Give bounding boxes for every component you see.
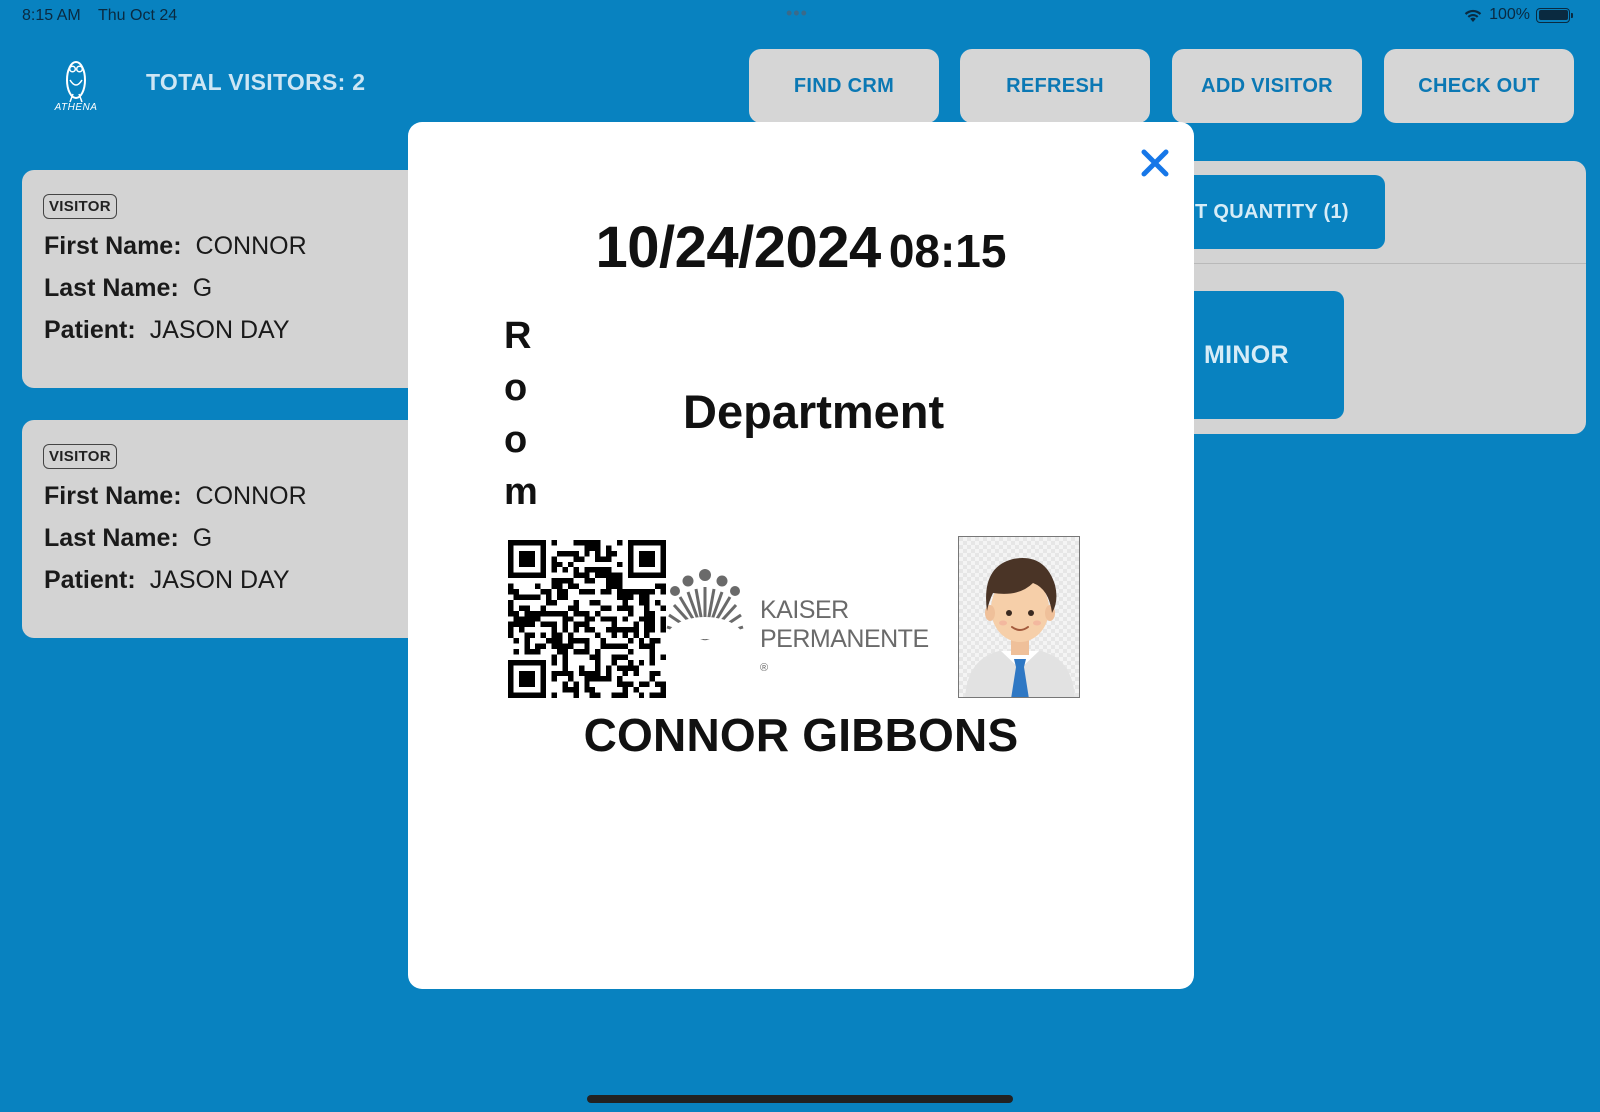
badge-visitor-name: CONNOR GIBBONS xyxy=(583,709,1019,761)
last-name-label: Last Name: xyxy=(44,524,179,552)
battery-percent: 100% xyxy=(1489,6,1530,23)
avatar-icon xyxy=(959,537,1079,697)
find-crm-button[interactable]: FIND CRM xyxy=(749,49,939,123)
check-out-button[interactable]: CHECK OUT xyxy=(1384,49,1574,123)
visitor-photo xyxy=(958,536,1080,698)
patient-value: JASON DAY xyxy=(149,566,290,594)
organization-name: KAISER PERMANENTE ® xyxy=(760,596,929,683)
badge-date: 10/24/2024 xyxy=(595,215,882,280)
owl-icon xyxy=(66,61,86,103)
badge-preview-modal: 10/24/2024 08:15 Room Department KAISER … xyxy=(408,122,1194,989)
patient-label: Patient: xyxy=(44,316,136,344)
wifi-icon xyxy=(1464,9,1482,22)
total-visitors: TOTAL VISITORS: 2 xyxy=(146,69,366,95)
first-name-field: First Name: CONNOR xyxy=(44,232,307,261)
status-indicators: 100% xyxy=(1463,6,1573,24)
status-bar: 8:15 AM Thu Oct 24 ••• 100% xyxy=(0,0,1600,34)
patient-label: Patient: xyxy=(44,566,136,594)
status-time: 8:15 AM xyxy=(22,7,81,24)
last-name-label: Last Name: xyxy=(44,274,179,302)
qr-code-icon xyxy=(508,540,666,698)
org-line1: KAISER xyxy=(760,596,849,624)
patient-value: JASON DAY xyxy=(149,316,290,344)
first-name-label: First Name: xyxy=(44,232,182,260)
patient-field: Patient: JASON DAY xyxy=(44,316,290,345)
battery-icon xyxy=(1536,7,1573,23)
visitor-badge: VISITOR xyxy=(43,194,117,219)
last-name-field: Last Name: G xyxy=(44,524,212,553)
first-name-value: CONNOR xyxy=(195,482,307,510)
first-name-value: CONNOR xyxy=(195,232,307,260)
home-indicator[interactable] xyxy=(587,1095,1013,1103)
org-registered-mark: ® xyxy=(760,662,768,674)
first-name-label: First Name: xyxy=(44,482,182,510)
close-icon[interactable] xyxy=(1138,146,1172,180)
athena-logo: ATHENA xyxy=(46,56,106,118)
first-name-field: First Name: CONNOR xyxy=(44,482,307,511)
org-line2: PERMANENTE xyxy=(760,625,929,653)
status-date: Thu Oct 24 xyxy=(98,7,178,24)
logo-text: ATHENA xyxy=(54,102,98,113)
patient-field: Patient: JASON DAY xyxy=(44,566,290,595)
department-label: Department xyxy=(683,385,945,438)
last-name-value: G xyxy=(192,524,213,552)
room-label: Room xyxy=(504,315,538,513)
badge-time: 08:15 xyxy=(888,225,1007,277)
last-name-field: Last Name: G xyxy=(44,274,212,303)
visitor-badge: VISITOR xyxy=(43,444,117,469)
badge-datetime: 10/24/2024 08:15 xyxy=(408,214,1194,281)
kaiser-permanente-logo-icon xyxy=(666,569,744,641)
add-visitor-button[interactable]: ADD VISITOR xyxy=(1172,49,1362,123)
refresh-button[interactable]: REFRESH xyxy=(960,49,1150,123)
multitask-handle[interactable]: ••• xyxy=(786,4,808,22)
last-name-value: G xyxy=(192,274,213,302)
